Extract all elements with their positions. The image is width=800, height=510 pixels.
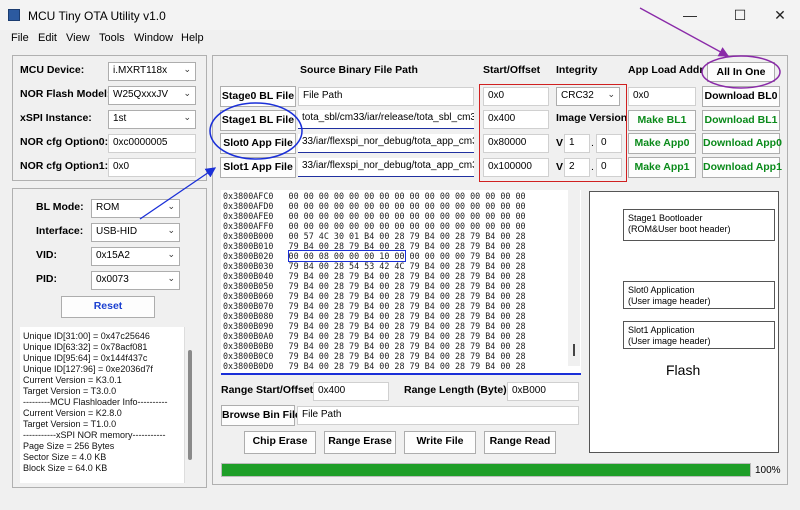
arrow-to-all-in-one bbox=[639, 7, 730, 57]
arrow-interface-to-files bbox=[139, 167, 217, 220]
all-in-one-ellipse bbox=[701, 55, 781, 89]
file-buttons-ellipse bbox=[209, 102, 303, 160]
annotation-overlay bbox=[139, 7, 781, 220]
